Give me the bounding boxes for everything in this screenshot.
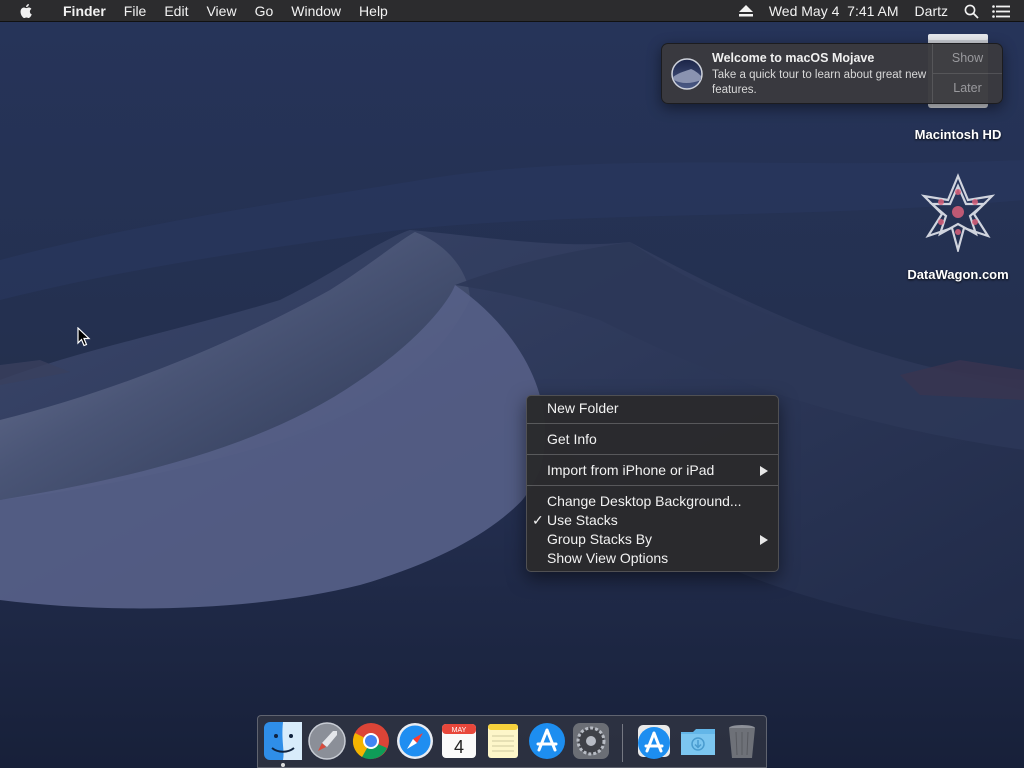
menu-user[interactable]: Dartz [907,0,956,22]
running-indicator [281,763,285,767]
calendar-day-text: 4 [454,737,464,757]
menu-item-label: Show View Options [547,550,669,566]
menu-item-label: Group Stacks By [547,531,653,547]
app-store-downloads-icon[interactable] [634,721,674,761]
menu-separator [527,454,778,455]
menu-item-use-stacks[interactable]: ✓ Use Stacks [527,511,778,530]
notification-center-icon[interactable] [990,0,1012,22]
menu-item-new-folder[interactable]: New Folder [527,399,778,418]
notification-title: Welcome to macOS Mojave [712,51,875,65]
finder-icon[interactable] [263,721,303,761]
welcome-notification[interactable]: Welcome to macOS Mojave Take a quick tou… [661,43,1003,104]
apple-logo-icon[interactable] [18,2,36,20]
chrome-icon[interactable] [351,721,391,761]
menu-bar: Finder File Edit View Go Window Help Wed… [0,0,1024,22]
desktop-wallpaper [0,0,1024,768]
safari-icon[interactable] [395,721,435,761]
dock-divider [622,724,623,762]
notification-buttons: Show Later [932,44,1002,103]
calendar-month-text: MAY [452,727,467,734]
menu-item-label: Change Desktop Background... [547,493,742,509]
menu-separator [527,423,778,424]
menu-window[interactable]: Window [282,0,350,22]
menu-item-group-stacks-by[interactable]: Group Stacks By [527,530,778,549]
menu-clock[interactable]: Wed May 4 7:41 AM [761,0,907,22]
mouse-cursor-icon [77,327,91,347]
menu-separator [527,485,778,486]
app-store-icon[interactable] [527,721,567,761]
menu-app-name[interactable]: Finder [54,0,115,22]
dock: MAY 4 [257,715,767,768]
menu-item-change-desktop-background[interactable]: Change Desktop Background... [527,492,778,511]
desktop-icon-label: DataWagon.com [907,267,1009,282]
menu-item-label: Use Stacks [547,512,618,528]
trash-icon[interactable] [722,721,762,761]
menu-item-label: New Folder [547,400,619,416]
notification-body: Take a quick tour to learn about great n… [712,69,927,96]
menu-item-label: Get Info [547,431,597,447]
menu-item-get-info[interactable]: Get Info [527,430,778,449]
calendar-icon[interactable]: MAY 4 [439,721,479,761]
macos-mojave-icon [671,58,703,90]
eject-icon[interactable] [735,0,757,22]
datawagon-logo-icon [920,173,996,255]
menu-item-import-from-iphone[interactable]: Import from iPhone or iPad [527,461,778,480]
menu-item-show-view-options[interactable]: Show View Options [527,549,778,568]
menu-help[interactable]: Help [350,0,397,22]
menu-view[interactable]: View [197,0,245,22]
notification-show-button[interactable]: Show [933,44,1002,74]
desktop-icon-label: Macintosh HD [914,127,1002,142]
desktop-icon-datawagon[interactable]: DataWagon.com [903,172,1013,282]
system-preferences-icon[interactable] [571,721,611,761]
menu-edit[interactable]: Edit [155,0,197,22]
menu-go[interactable]: Go [246,0,283,22]
checkmark-icon: ✓ [532,512,544,528]
desktop-context-menu: New Folder Get Info Import from iPhone o… [526,395,779,572]
spotlight-search-icon[interactable] [960,0,982,22]
downloads-folder-icon[interactable] [678,721,718,761]
notes-icon[interactable] [483,721,523,761]
menu-item-label: Import from iPhone or iPad [547,462,715,478]
launchpad-icon[interactable] [307,721,347,761]
menu-file[interactable]: File [115,0,156,22]
submenu-arrow-icon [760,466,768,476]
submenu-arrow-icon [760,535,768,545]
notification-later-button[interactable]: Later [933,74,1002,104]
